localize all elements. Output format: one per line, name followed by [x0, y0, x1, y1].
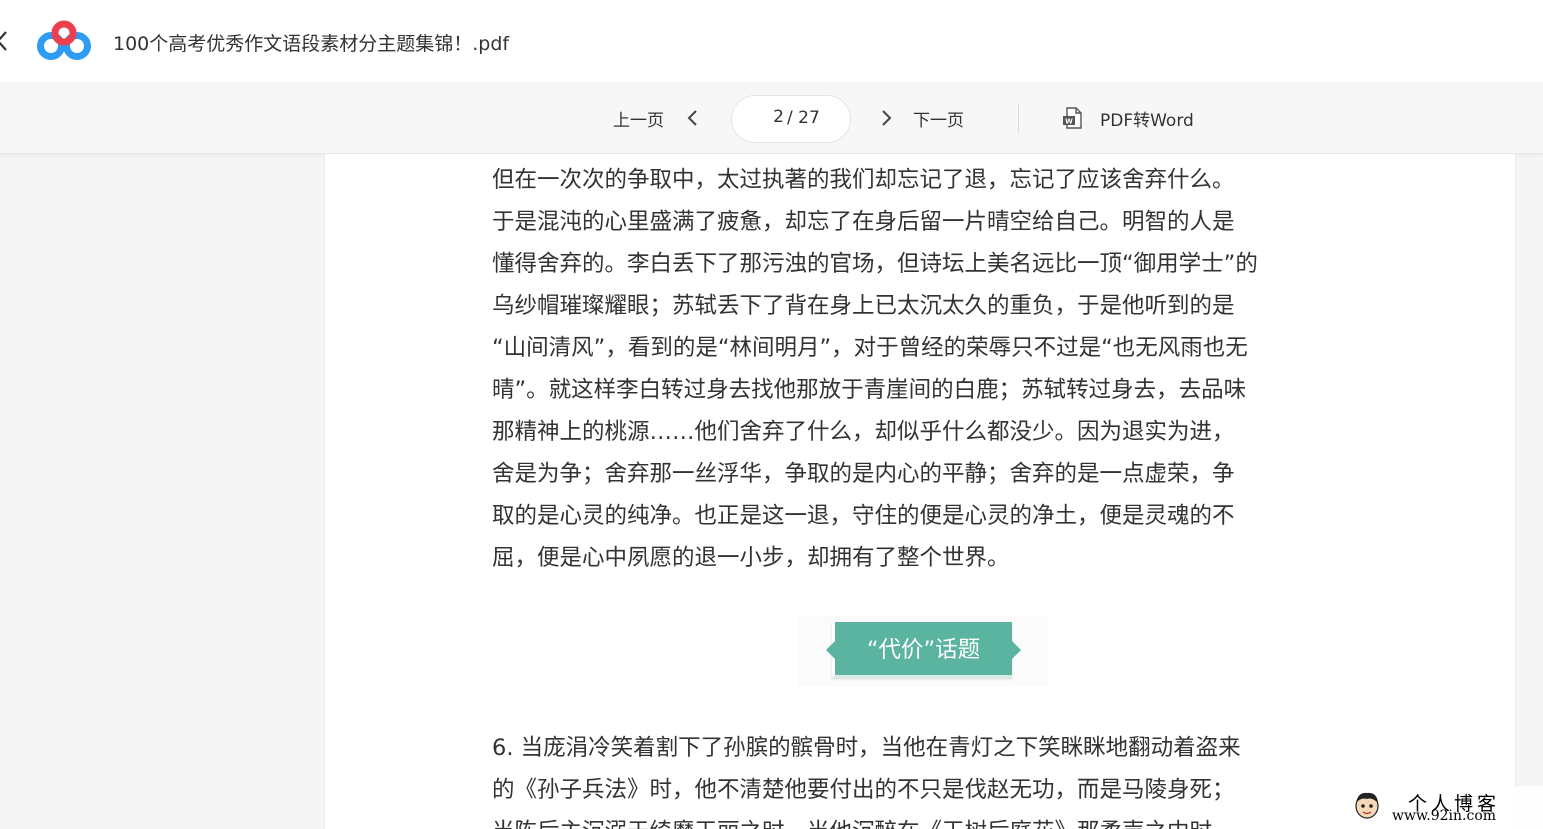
topic-heading: “代价”话题 — [798, 616, 1048, 686]
topic-label: “代价”话题 — [866, 637, 981, 663]
paragraph-2: 6. 当庞涓冷笑着割下了孙膑的髌骨时，当他在青灯之下笑眯眯地翻动着盗来 的《孙子… — [492, 727, 1372, 829]
next-page-button[interactable]: 下一页 — [913, 106, 964, 131]
text-line: 但在一次次的争取中，太过执著的我们却忘记了退，忘记了应该舍弃什么。 — [492, 167, 1235, 193]
text-line: 于是混沌的心里盛满了疲惫，却忘了在身后留一片晴空给自己。明智的人是 — [492, 209, 1235, 235]
document-page: 但在一次次的争取中，太过执著的我们却忘记了退，忘记了应该舍弃什么。 于是混沌的心… — [324, 154, 1516, 829]
text-line: “山间清风”，看到的是“林间明月”，对于曾经的荣辱只不过是“也无风雨也无 — [492, 335, 1248, 361]
pdf-toolbar: 上一页 / 27 下一页 W PDF转Word — [0, 82, 1543, 154]
chevron-left-icon[interactable] — [686, 108, 700, 128]
text-line: 舍是为争；舍弃那一丝浮华，争取的是内心的平静；舍弃的是一点虚荣，争 — [492, 461, 1235, 487]
prev-page-button[interactable]: 上一页 — [613, 106, 664, 131]
text-line: 的《孙子兵法》时，他不清楚他要付出的不只是伐赵无功，而是马陵身死； — [492, 777, 1235, 803]
chevron-left-icon[interactable] — [0, 26, 16, 56]
page-number-input[interactable] — [732, 107, 784, 127]
page-number-box: / 27 — [731, 95, 851, 143]
blog-watermark: 个人博客 www.92in.com — [1350, 786, 1543, 829]
cloud-drive-logo-icon — [37, 20, 91, 60]
text-line: 6. 当庞涓冷笑着割下了孙膑的髌骨时，当他在青灯之下笑眯眯地翻动着盗来 — [492, 735, 1241, 761]
document-title: 100个高考优秀作文语段素材分主题集锦！.pdf — [113, 33, 510, 55]
title-bar: 100个高考优秀作文语段素材分主题集锦！.pdf — [0, 0, 1543, 82]
cartoon-avatar-icon — [1355, 792, 1379, 819]
text-line: 懂得舍弃的。李白丢下了那污浊的官场，但诗坛上美名远比一顶“御用学士”的 — [492, 251, 1258, 277]
paragraph-1: 但在一次次的争取中，太过执著的我们却忘记了退，忘记了应该舍弃什么。 于是混沌的心… — [492, 159, 1372, 579]
word-document-icon[interactable]: W — [1062, 106, 1084, 130]
text-line: 乌纱帽璀璨耀眼；苏轼丢下了背在身上已太沉太久的重负，于是他听到的是 — [492, 293, 1235, 319]
watermark-url: www.92in.com — [1392, 808, 1497, 824]
chevron-right-icon[interactable] — [879, 108, 893, 128]
text-line: 当陈后主沉溺于绮靡玉丽之时，当他沉醉在《玉树后庭花》那柔声之中时， — [492, 811, 1372, 829]
topic-banner: “代价”话题 — [826, 622, 1021, 678]
page-total: / 27 — [787, 108, 820, 128]
svg-text:W: W — [1065, 118, 1073, 126]
text-line: 屈，便是心中夙愿的退一小步，却拥有了整个世界。 — [492, 545, 1010, 571]
text-line: 取的是心灵的纯净。也正是这一退，守住的便是心灵的净土，便是灵魂的不 — [492, 503, 1235, 529]
pdf-to-word-button[interactable]: PDF转Word — [1100, 106, 1194, 131]
text-line: 晴”。就这样李白转过身去找他那放于青崖间的白鹿；苏轼转过身去，去品味 — [492, 377, 1247, 403]
text-line: 那精神上的桃源……他们舍弃了什么，却似乎什么都没少。因为退实为进， — [492, 419, 1235, 445]
toolbar-divider — [1018, 103, 1019, 133]
